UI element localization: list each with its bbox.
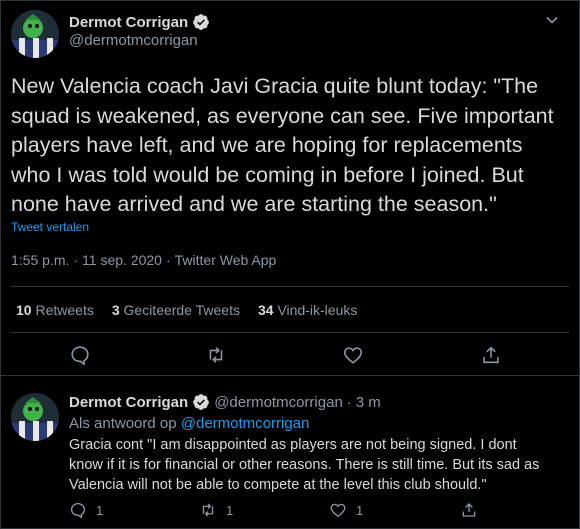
- tweet-stats: 10 Retweets 3 Geciteerde Tweets 34 Vind-…: [16, 302, 357, 318]
- separator: ·: [165, 252, 171, 268]
- retweet-button[interactable]: 1: [199, 501, 233, 519]
- tweet-text-line: none have arrived and we are starting th…: [11, 192, 497, 216]
- like-button[interactable]: 1: [329, 501, 363, 519]
- retweet-icon: [202, 503, 214, 517]
- quotes-stat[interactable]: 3 Geciteerde Tweets: [112, 302, 240, 318]
- reply-count: 1: [96, 502, 104, 518]
- retweets-count: 10: [16, 302, 32, 318]
- share-icon[interactable]: [480, 344, 502, 366]
- tweet-time[interactable]: 1:55 p.m.: [11, 252, 69, 268]
- tweet-text: New Valencia coach Javi Gracia quite blu…: [11, 72, 571, 220]
- reply-button[interactable]: 1: [69, 501, 103, 519]
- tweet-text-line: New Valencia coach Javi Gracia quite blu…: [11, 74, 539, 98]
- verified-badge-icon: [192, 13, 210, 31]
- verified-badge-icon: [192, 393, 210, 411]
- author-display-name[interactable]: Dermot Corrigan: [69, 14, 188, 31]
- main-tweet: Dermot Corrigan @dermotmcorrigan New Val…: [0, 0, 580, 376]
- reply-icon: [70, 502, 86, 519]
- share-icon: [462, 503, 476, 517]
- tweet-actions: [0, 344, 580, 368]
- quotes-label: Geciteerde Tweets: [123, 302, 240, 318]
- retweets-label: Retweets: [35, 302, 94, 318]
- author-handle[interactable]: @dermotmcorrigan: [214, 394, 343, 411]
- avatar[interactable]: [11, 10, 59, 58]
- divider: [11, 286, 569, 287]
- tweet-text-line: who I was told would be coming in before…: [11, 162, 524, 187]
- reply-text-line: Valencia will not be able to compete at …: [69, 477, 487, 493]
- timestamp-line: 1:55 p.m. · 11 sep. 2020 · Twitter Web A…: [11, 252, 276, 268]
- retweet-count: 1: [226, 502, 234, 518]
- chevron-down-icon[interactable]: [542, 10, 562, 30]
- share-button[interactable]: [460, 501, 478, 519]
- author-display-name[interactable]: Dermot Corrigan: [69, 394, 188, 411]
- reply-text-line: know if it is for financial or other rea…: [69, 457, 540, 473]
- divider: [11, 332, 569, 333]
- tweet-text-line: squad is weakened, as everyone can see. …: [11, 103, 554, 128]
- author-handle[interactable]: @dermotmcorrigan: [69, 32, 198, 49]
- likes-label: Vind-ik-leuks: [277, 302, 358, 318]
- likes-stat[interactable]: 34 Vind-ik-leuks: [258, 302, 357, 318]
- tweet-date[interactable]: 11 sep. 2020: [82, 252, 162, 268]
- retweets-stat[interactable]: 10 Retweets: [16, 302, 94, 318]
- avatar[interactable]: [11, 393, 59, 441]
- retweet-icon[interactable]: [205, 344, 227, 366]
- reply-tweet[interactable]: Dermot Corrigan @dermotmcorrigan · 3 m A…: [0, 377, 580, 529]
- reply-text: Gracia cont "I am disappointed as player…: [69, 435, 569, 495]
- like-icon: [330, 503, 346, 518]
- translate-tweet-link[interactable]: Tweet vertalen: [11, 220, 89, 234]
- tweet-text-line: players have left, and we are hoping for…: [11, 133, 523, 157]
- likes-count: 34: [258, 302, 274, 318]
- like-count: 1: [356, 502, 364, 518]
- reply-header: Dermot Corrigan @dermotmcorrigan · 3 m: [69, 393, 381, 411]
- separator: ·: [73, 252, 79, 268]
- reply-actions: 1 1 1: [0, 501, 580, 523]
- reply-icon[interactable]: [69, 344, 91, 366]
- replying-prefix: Als antwoord op: [69, 415, 177, 432]
- separator: ·: [346, 393, 352, 411]
- replying-to: Als antwoord op @dermotmcorrigan: [69, 415, 309, 432]
- like-icon[interactable]: [342, 344, 364, 366]
- quotes-count: 3: [111, 302, 120, 318]
- reply-text-line: Gracia cont "I am disappointed as player…: [69, 437, 517, 453]
- replying-mention-link[interactable]: @dermotmcorrigan: [181, 415, 310, 432]
- reply-time-ago[interactable]: 3 m: [356, 394, 381, 411]
- tweet-source[interactable]: Twitter Web App: [175, 252, 277, 268]
- author-name-line: Dermot Corrigan: [69, 12, 210, 32]
